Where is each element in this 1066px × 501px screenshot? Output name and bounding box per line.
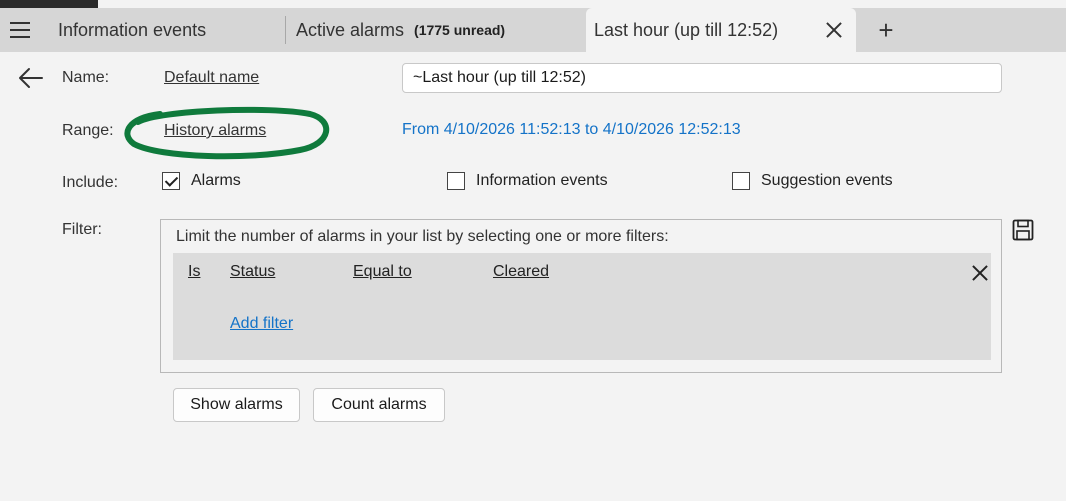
tab-information-events[interactable]: Information events <box>44 8 286 52</box>
filter-row-area: Is Status Equal to Cleared Add filter <box>173 253 991 360</box>
tab-label: Active alarms <box>296 19 405 40</box>
filter-operator-selector[interactable]: Equal to <box>353 263 412 281</box>
tab-active-alarms[interactable]: Active alarms (1775 unread) <box>286 8 584 52</box>
filter-label: Filter: <box>62 221 102 238</box>
include-label: Include: <box>62 174 119 191</box>
alarms-checkbox[interactable]: Alarms <box>162 172 241 190</box>
plus-icon[interactable]: + <box>866 8 906 52</box>
hamburger-icon[interactable] <box>0 8 40 52</box>
add-filter-link[interactable]: Add filter <box>230 315 293 333</box>
tab-last-hour[interactable]: Last hour (up till 12:52) <box>586 8 856 52</box>
filter-value-selector[interactable]: Cleared <box>493 263 549 281</box>
tab-label: Information events <box>58 19 207 40</box>
filter-hint: Limit the number of alarms in your list … <box>176 228 669 245</box>
tab-bar: Information events Active alarms (1775 u… <box>0 8 1066 52</box>
save-icon[interactable] <box>1012 219 1034 241</box>
checkbox-checked-icon <box>162 172 180 190</box>
filter-panel: Limit the number of alarms in your list … <box>160 219 1002 373</box>
suggestion-events-checkbox[interactable]: Suggestion events <box>732 172 893 190</box>
checkbox-label: Suggestion events <box>761 172 893 189</box>
unread-badge: (1775 unread) <box>414 22 506 38</box>
filter-is-toggle[interactable]: Is <box>188 263 200 281</box>
count-alarms-button[interactable]: Count alarms <box>313 388 445 422</box>
default-name-link[interactable]: Default name <box>164 69 259 87</box>
checkbox-empty-icon <box>447 172 465 190</box>
annotation-ellipse <box>124 106 330 160</box>
range-label: Range: <box>62 122 114 139</box>
back-arrow-icon[interactable] <box>16 64 44 92</box>
range-text: From 4/10/2026 11:52:13 to 4/10/2026 12:… <box>402 121 741 138</box>
checkbox-label: Alarms <box>191 172 241 189</box>
filter-field-selector[interactable]: Status <box>230 263 275 281</box>
name-label: Name: <box>62 69 110 86</box>
close-icon[interactable] <box>822 18 846 42</box>
toolbar-dark-block <box>0 0 98 8</box>
remove-filter-icon[interactable] <box>971 264 989 282</box>
show-alarms-button[interactable]: Show alarms <box>173 388 300 422</box>
background-toolbar <box>0 0 1066 8</box>
checkbox-label: Information events <box>476 172 608 189</box>
checkbox-empty-icon <box>732 172 750 190</box>
information-events-checkbox[interactable]: Information events <box>447 172 608 190</box>
name-input[interactable] <box>402 63 1002 93</box>
tab-label: Last hour (up till 12:52) <box>594 19 779 40</box>
